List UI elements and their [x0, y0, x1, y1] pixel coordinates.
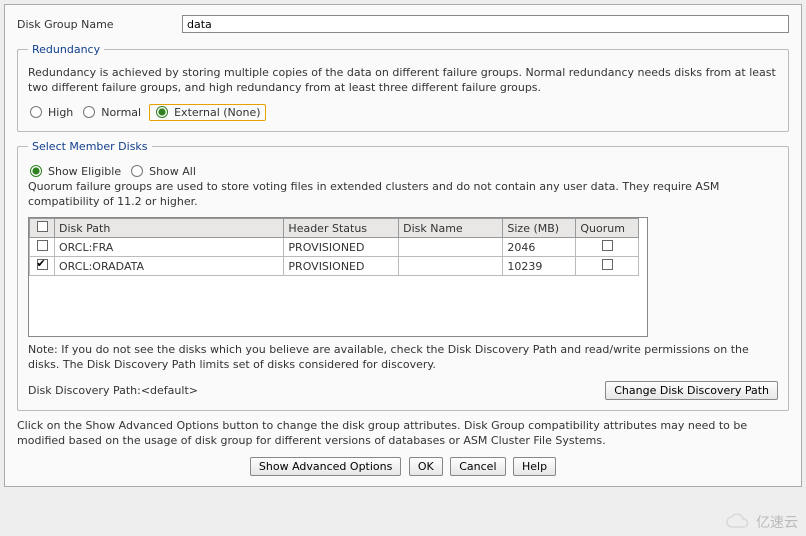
- disk-group-name-input[interactable]: [182, 15, 789, 33]
- redundancy-fieldset: Redundancy Redundancy is achieved by sto…: [17, 43, 789, 132]
- help-button[interactable]: Help: [513, 457, 556, 476]
- watermark-text: 亿速云: [756, 512, 798, 532]
- show-eligible-label: Show Eligible: [48, 165, 121, 178]
- cell-diskpath: ORCL:FRA: [55, 238, 284, 257]
- redundancy-high-label: High: [48, 106, 73, 119]
- redundancy-normal-radio[interactable]: [83, 106, 95, 118]
- show-eligible-radio[interactable]: [30, 165, 42, 177]
- redundancy-normal[interactable]: Normal: [81, 106, 141, 119]
- cell-headerstatus: PROVISIONED: [284, 257, 399, 276]
- discovery-path-value: <default>: [141, 384, 198, 397]
- col-headerstatus[interactable]: Header Status: [284, 219, 399, 238]
- show-all[interactable]: Show All: [129, 165, 196, 178]
- change-discovery-path-button[interactable]: Change Disk Discovery Path: [605, 381, 778, 400]
- show-all-radio[interactable]: [131, 165, 143, 177]
- show-all-label: Show All: [149, 165, 196, 178]
- disk-group-name-row: Disk Group Name: [17, 15, 789, 33]
- select-all-checkbox[interactable]: [37, 221, 48, 232]
- table-row[interactable]: ORCL:FRAPROVISIONED 2046: [30, 238, 639, 257]
- discovery-path-text: Disk Discovery Path:<default>: [28, 384, 198, 397]
- cell-diskpath: ORCL:ORADATA: [55, 257, 284, 276]
- table-row[interactable]: ORCL:ORADATAPROVISIONED 10239: [30, 257, 639, 276]
- discovery-path-label: Disk Discovery Path:: [28, 384, 141, 397]
- discovery-row: Disk Discovery Path:<default> Change Dis…: [28, 381, 778, 400]
- disk-note: Note: If you do not see the disks which …: [28, 343, 778, 373]
- col-select[interactable]: [30, 219, 55, 238]
- redundancy-options: High Normal External (None): [28, 104, 778, 121]
- redundancy-external[interactable]: External (None): [149, 104, 265, 121]
- col-diskname[interactable]: Disk Name: [399, 219, 503, 238]
- footer-desc: Click on the Show Advanced Options butto…: [17, 419, 789, 449]
- disk-group-name-label: Disk Group Name: [17, 18, 182, 31]
- disk-filter-options: Show Eligible Show All: [28, 165, 778, 178]
- col-sizemb[interactable]: Size (MB): [503, 219, 576, 238]
- cancel-button[interactable]: Cancel: [450, 457, 505, 476]
- dialog-panel: Disk Group Name Redundancy Redundancy is…: [4, 4, 802, 487]
- col-quorum[interactable]: Quorum: [576, 219, 639, 238]
- member-disks-legend: Select Member Disks: [28, 140, 152, 153]
- row-select-checkbox[interactable]: [37, 240, 48, 251]
- row-select-checkbox[interactable]: [37, 259, 48, 270]
- redundancy-desc: Redundancy is achieved by storing multip…: [28, 66, 778, 96]
- redundancy-external-label: External (None): [174, 106, 260, 119]
- redundancy-high[interactable]: High: [28, 106, 73, 119]
- cell-sizemb: 10239: [503, 257, 576, 276]
- cloud-icon: [724, 513, 752, 531]
- col-diskpath[interactable]: Disk Path: [55, 219, 284, 238]
- redundancy-legend: Redundancy: [28, 43, 104, 56]
- quorum-desc: Quorum failure groups are used to store …: [28, 180, 778, 210]
- disk-table-container[interactable]: Disk Path Header Status Disk Name Size (…: [28, 217, 648, 337]
- row-quorum-checkbox[interactable]: [602, 259, 613, 270]
- member-disks-fieldset: Select Member Disks Show Eligible Show A…: [17, 140, 789, 411]
- show-eligible[interactable]: Show Eligible: [28, 165, 121, 178]
- cell-diskname: [399, 238, 503, 257]
- cell-headerstatus: PROVISIONED: [284, 238, 399, 257]
- row-quorum-checkbox[interactable]: [602, 240, 613, 251]
- redundancy-normal-label: Normal: [101, 106, 141, 119]
- ok-button[interactable]: OK: [409, 457, 443, 476]
- cell-sizemb: 2046: [503, 238, 576, 257]
- redundancy-high-radio[interactable]: [30, 106, 42, 118]
- cell-diskname: [399, 257, 503, 276]
- disk-table: Disk Path Header Status Disk Name Size (…: [29, 218, 639, 276]
- show-advanced-options-button[interactable]: Show Advanced Options: [250, 457, 401, 476]
- watermark: 亿速云: [724, 512, 798, 532]
- redundancy-external-radio[interactable]: [156, 106, 168, 118]
- footer-buttons: Show Advanced Options OK Cancel Help: [17, 457, 789, 476]
